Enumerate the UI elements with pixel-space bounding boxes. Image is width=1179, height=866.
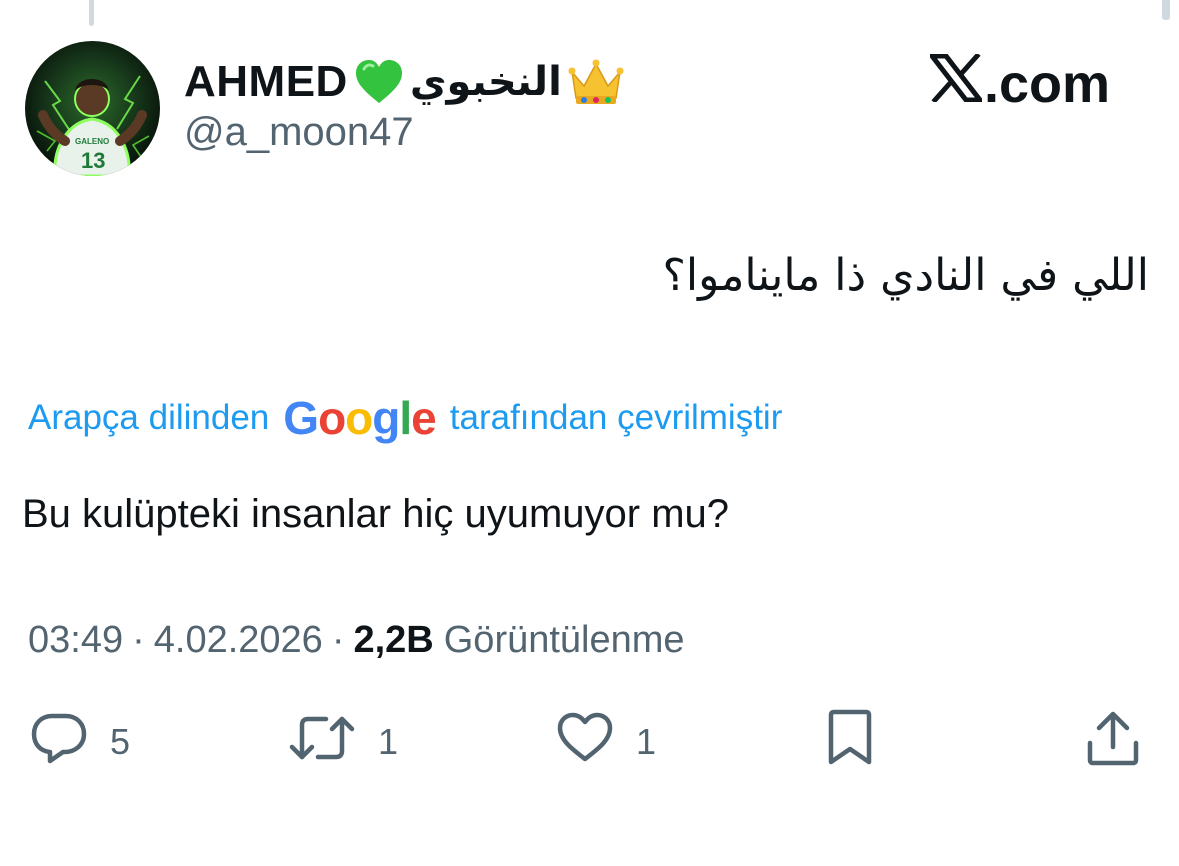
reply-button[interactable]: 5	[30, 712, 130, 772]
author-name-row[interactable]: AHMED النخبوي	[184, 52, 624, 112]
bookmark-button[interactable]	[826, 709, 874, 772]
like-count: 1	[636, 721, 657, 762]
views-label: Görüntülenme	[443, 618, 685, 661]
brand-domain: .com	[984, 54, 1111, 114]
meta-separator: ·	[132, 618, 145, 661]
crown-icon	[568, 58, 624, 106]
tweet-meta: 03:49 · 4.02.2026 · 2,2B Görüntülenme	[28, 612, 685, 668]
like-button[interactable]: 1	[556, 712, 656, 772]
jersey-sponsor-text: GALENO	[75, 137, 109, 146]
retweet-button[interactable]: 1	[288, 712, 398, 772]
reply-icon	[30, 711, 88, 774]
retweet-count: 1	[378, 721, 399, 762]
avatar[interactable]: GALENO 13	[25, 41, 160, 176]
tweet-time[interactable]: 03:49	[28, 619, 123, 662]
share-icon	[1085, 709, 1141, 776]
display-name[interactable]: AHMED	[184, 57, 348, 107]
thread-connector-line	[89, 0, 94, 26]
google-logo-icon: Google	[283, 392, 436, 444]
reply-count: 5	[110, 721, 131, 762]
retweet-icon	[288, 713, 356, 772]
translation-attribution[interactable]: Arapça dilinden Google tarafından çevril…	[28, 388, 782, 448]
scroll-indicator	[1162, 0, 1170, 20]
views-count[interactable]: 2,2B	[353, 619, 433, 662]
x-logo-icon	[926, 52, 986, 115]
tweet-date[interactable]: 4.02.2026	[154, 619, 323, 662]
translation-prefix: Arapça dilinden	[28, 398, 270, 437]
jersey-number: 13	[81, 148, 105, 173]
bookmark-icon	[826, 709, 874, 776]
green-heart-icon	[354, 59, 404, 105]
share-button[interactable]	[1085, 711, 1141, 772]
heart-icon	[556, 711, 614, 774]
display-name-arabic[interactable]: النخبوي	[410, 59, 562, 105]
tweet-original-text: اللي في النادي ذا مايناموا؟	[662, 250, 1149, 301]
meta-separator: ·	[331, 618, 345, 661]
brand-logo: .com	[926, 50, 1111, 118]
author-handle[interactable]: @a_moon47	[184, 110, 414, 155]
tweet-translated-text: Bu kulüpteki insanlar hiç uyumuyor mu?	[22, 492, 730, 536]
translation-suffix: tarafından çevrilmiştir	[449, 398, 783, 437]
